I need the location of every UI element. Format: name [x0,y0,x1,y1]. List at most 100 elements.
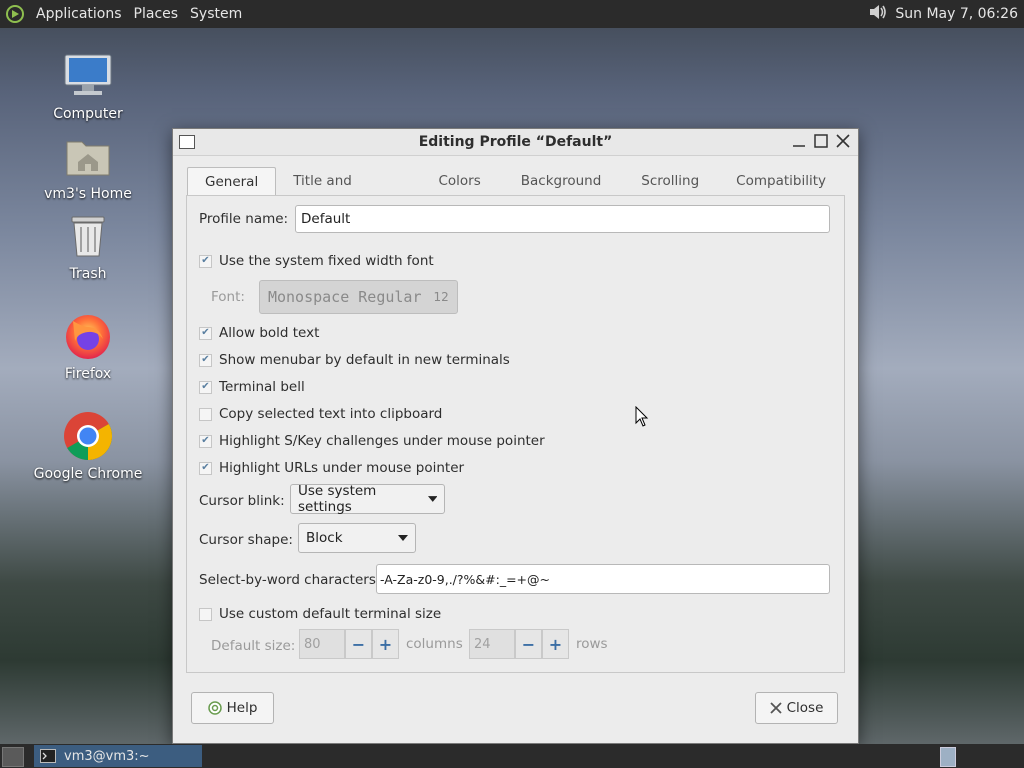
profile-tabs: General Title and Command Colors Backgro… [187,167,843,217]
minimize-button[interactable] [790,132,808,150]
tab-general[interactable]: General [187,167,277,196]
close-button[interactable]: Close [755,692,838,724]
profile-name-input[interactable]: Default [295,205,830,233]
top-panel: Applications Places System Sun May 7, 06… [0,0,1024,28]
desktop-icon-trash[interactable]: Trash [33,208,143,282]
help-button[interactable]: Help [191,692,274,724]
copy-selected-checkbox[interactable] [199,407,212,421]
rows-decrease-button: − [515,629,542,659]
terminal-bell-checkbox[interactable]: ✔ [199,380,212,394]
font-name: Monospace Regular [267,288,422,306]
tab-compatibility[interactable]: Compatibility [719,167,843,193]
rows-label: rows [576,636,608,652]
terminal-bell-label: Terminal bell [219,379,305,395]
highlight-skey-label: Highlight S/Key challenges under mouse p… [219,433,545,449]
profile-editor-dialog: Editing Profile “Default” General Title … [172,128,859,744]
firefox-icon [60,308,116,364]
desktop-icon-firefox[interactable]: Firefox [33,308,143,382]
tab-scrolling[interactable]: Scrolling [621,167,719,193]
tab-colors[interactable]: Colors [418,167,500,193]
desktop-icon-label: Computer [53,106,123,122]
desktop-icon-chrome[interactable]: Google Chrome [33,408,143,482]
rows-spinner: 24 − + rows [469,629,608,659]
desktop-icon-home[interactable]: vm3's Home [33,128,143,202]
distro-logo-icon[interactable] [4,3,26,25]
highlight-skey-checkbox[interactable]: ✔ [199,434,212,448]
desktop-icon-label: Firefox [64,366,112,382]
tab-title-and-command[interactable]: Title and Command [276,167,418,217]
desktop-icon-computer[interactable]: Computer [33,48,143,122]
places-menu[interactable]: Places [128,6,185,22]
close-icon [769,702,782,714]
use-system-font-row[interactable]: ✔ Use the system fixed width font [199,253,434,269]
applications-menu[interactable]: Applications [30,6,128,22]
copy-selected-row[interactable]: Copy selected text into clipboard [199,406,442,422]
terminal-bell-row[interactable]: ✔ Terminal bell [199,379,305,395]
taskbar-window-button[interactable]: vm3@vm3:~ [34,745,202,767]
system-menu[interactable]: System [184,6,248,22]
allow-bold-label: Allow bold text [219,325,320,341]
close-button-label: Close [786,700,824,716]
chevron-down-icon [398,535,408,541]
custom-size-label: Use custom default terminal size [219,606,442,622]
columns-increase-button: + [372,629,399,659]
desktop-icon-label: Trash [69,266,107,282]
use-system-font-label: Use the system fixed width font [219,253,434,269]
rows-value: 24 [469,629,515,659]
profile-name-label: Profile name: [199,211,289,227]
columns-spinner: 80 − + columns [299,629,463,659]
font-chooser-button: Monospace Regular 12 [258,280,458,314]
dialog-title: Editing Profile “Default” [418,134,613,150]
cursor-blink-value: Use system settings [298,483,377,515]
volume-icon[interactable] [867,2,889,26]
font-label: Font: [211,289,245,305]
custom-size-checkbox[interactable] [199,607,212,621]
show-menubar-label: Show menubar by default in new terminals [219,352,510,368]
cursor-shape-label: Cursor shape: [199,532,293,548]
select-by-word-label: Select-by-word characters: [199,572,381,588]
workspace-switcher[interactable] [940,747,956,767]
dialog-titlebar[interactable]: Editing Profile “Default” [173,129,858,156]
highlight-urls-label: Highlight URLs under mouse pointer [219,460,465,476]
rows-increase-button: + [542,629,569,659]
home-folder-icon [60,128,116,184]
select-by-word-input[interactable]: -A-Za-z0-9,./?%&#:_=+@~ [376,564,830,594]
cursor-blink-combo[interactable]: Use system settings [290,483,445,515]
cursor-shape-value: Block [306,530,343,546]
allow-bold-row[interactable]: ✔ Allow bold text [199,325,319,341]
highlight-urls-checkbox[interactable]: ✔ [199,461,212,475]
highlight-skey-row[interactable]: ✔ Highlight S/Key challenges under mouse… [199,433,545,449]
cursor-shape-combo[interactable]: Block [298,523,416,553]
close-window-button[interactable] [834,132,852,150]
use-system-font-checkbox[interactable]: ✔ [199,254,212,268]
help-icon [207,701,222,715]
desktop-icon-label: Google Chrome [33,466,143,482]
font-size: 12 [433,290,449,304]
mouse-pointer-icon [635,405,649,432]
allow-bold-checkbox[interactable]: ✔ [199,326,212,340]
columns-label: columns [406,636,463,652]
show-menubar-row[interactable]: ✔ Show menubar by default in new termina… [199,352,510,368]
trash-icon [60,208,116,264]
cursor-blink-label: Cursor blink: [199,493,285,509]
columns-value: 80 [299,629,345,659]
bottom-panel: vm3@vm3:~ [0,744,1024,768]
default-size-label: Default size: [211,638,296,654]
help-button-label: Help [226,700,258,716]
computer-icon [60,48,116,104]
chrome-icon [60,408,116,464]
custom-size-row[interactable]: Use custom default terminal size [199,606,441,622]
columns-decrease-button: − [345,629,372,659]
maximize-button[interactable] [812,132,830,150]
show-desktop-button[interactable] [2,747,24,767]
desktop-icon-label: vm3's Home [44,186,132,202]
highlight-urls-row[interactable]: ✔ Highlight URLs under mouse pointer [199,460,464,476]
tab-background[interactable]: Background [501,167,622,193]
clock[interactable]: Sun May 7, 06:26 [895,6,1018,22]
general-tab-panel: Profile name: Default ✔ Use the system f… [186,195,845,673]
taskbar-window-label: vm3@vm3:~ [64,748,150,764]
show-menubar-checkbox[interactable]: ✔ [199,353,212,367]
chevron-down-icon [427,496,437,502]
copy-selected-label: Copy selected text into clipboard [219,406,443,422]
terminal-icon [40,749,56,763]
